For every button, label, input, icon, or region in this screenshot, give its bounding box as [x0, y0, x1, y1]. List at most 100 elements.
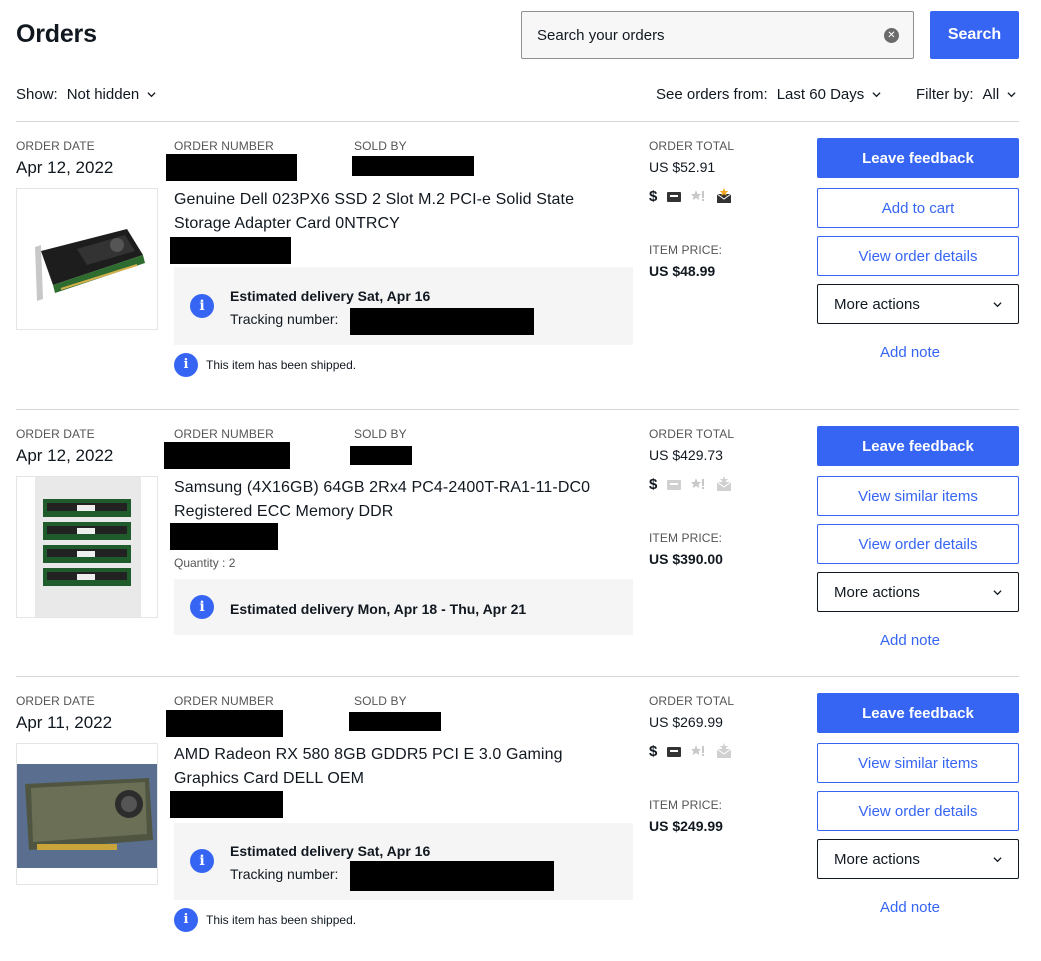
view-similar-items-button[interactable]: View similar items: [817, 476, 1019, 516]
order-date: Apr 11, 2022: [16, 713, 113, 732]
order-date-label: ORDER DATE: [16, 139, 95, 153]
item-price-label: ITEM PRICE:: [649, 243, 723, 257]
info-icon: i: [190, 595, 214, 619]
more-actions-dropdown[interactable]: More actions: [817, 839, 1019, 879]
orders-from-value: Last 60 Days: [776, 86, 865, 103]
delivery-estimate: Estimated delivery Sat, Apr 16: [230, 843, 431, 859]
order-total: US $52.91: [649, 159, 716, 175]
orders-from-label: See orders from:: [656, 86, 768, 103]
item-title[interactable]: AMD Radeon RX 580 8GB GDDR5 PCI E 3.0 Ga…: [174, 743, 624, 791]
filter-by-value: All: [982, 86, 1000, 103]
order-number-label: ORDER NUMBER: [174, 427, 274, 441]
item-quantity: Quantity : 2: [174, 556, 236, 570]
redacted-order-number: [166, 154, 297, 181]
delivery-estimate: Estimated delivery Mon, Apr 18 - Thu, Ap…: [230, 601, 527, 617]
order-total-label: ORDER TOTAL: [649, 139, 735, 153]
tracking-label: Tracking number:: [230, 866, 339, 882]
view-order-details-button[interactable]: View order details: [817, 236, 1019, 276]
paid-icon: $: [649, 187, 658, 205]
item-image[interactable]: [16, 743, 158, 885]
more-actions-label: More actions: [834, 850, 920, 868]
orders-from-filter[interactable]: See orders from: Last 60 Days: [656, 86, 881, 103]
order-date: Apr 12, 2022: [16, 158, 114, 177]
view-similar-items-button[interactable]: View similar items: [817, 743, 1019, 783]
feedback-left-icon: [691, 745, 705, 756]
redacted-item-id: [170, 237, 291, 264]
chevron-down-icon: [872, 92, 881, 98]
show-filter-label: Show:: [16, 86, 58, 103]
redacted-tracking: [350, 308, 534, 335]
delivery-estimate: Estimated delivery Sat, Apr 16: [230, 288, 431, 304]
add-note-link[interactable]: Add note: [809, 632, 1011, 649]
show-filter-value: Not hidden: [66, 86, 140, 103]
redacted-order-number: [164, 442, 290, 469]
leave-feedback-button[interactable]: Leave feedback: [817, 693, 1019, 733]
item-title[interactable]: Samsung (4X16GB) 64GB 2Rx4 PC4-2400T-RA1…: [174, 476, 624, 524]
filter-by[interactable]: Filter by: All: [916, 86, 1016, 103]
clear-search-icon[interactable]: ✕: [884, 27, 899, 43]
item-price: US $390.00: [649, 551, 723, 567]
order-total-label: ORDER TOTAL: [649, 427, 735, 441]
shipped-status: This item has been shipped.: [206, 913, 357, 927]
search-field[interactable]: ✕: [521, 11, 914, 59]
view-order-details-button[interactable]: View order details: [817, 791, 1019, 831]
leave-feedback-button[interactable]: Leave feedback: [817, 426, 1019, 466]
feedback-left-icon: [691, 478, 705, 489]
filter-by-label: Filter by:: [916, 86, 974, 103]
chevron-down-icon: [993, 301, 1002, 307]
add-to-cart-button[interactable]: Add to cart: [817, 188, 1019, 228]
shipped-box-icon: [667, 480, 682, 490]
paid-icon: $: [649, 742, 658, 760]
shipped-status: This item has been shipped.: [206, 358, 357, 372]
chevron-down-icon: [1007, 92, 1016, 98]
search-input[interactable]: [537, 26, 884, 44]
tracking-label: Tracking number:: [230, 311, 339, 327]
redacted-order-number: [166, 710, 283, 737]
redacted-item-id: [170, 791, 283, 818]
feedback-received-icon: [717, 188, 732, 203]
more-actions-label: More actions: [834, 583, 920, 601]
more-actions-label: More actions: [834, 295, 920, 313]
feedback-received-icon: [717, 743, 732, 758]
shipped-box-icon: [667, 747, 682, 757]
divider: [16, 121, 1019, 122]
redacted-tracking: [350, 861, 554, 891]
chevron-down-icon: [147, 92, 156, 98]
leave-feedback-button[interactable]: Leave feedback: [817, 138, 1019, 178]
redacted-item-id: [170, 523, 278, 550]
item-price-label: ITEM PRICE:: [649, 798, 723, 812]
item-image[interactable]: [16, 476, 158, 618]
info-icon: i: [174, 353, 198, 377]
show-filter[interactable]: Show: Not hidden: [16, 86, 156, 103]
order-number-label: ORDER NUMBER: [174, 694, 274, 708]
order-total-label: ORDER TOTAL: [649, 694, 735, 708]
view-order-details-button[interactable]: View order details: [817, 524, 1019, 564]
info-icon: i: [190, 849, 214, 873]
order-date: Apr 12, 2022: [16, 446, 114, 465]
redacted-seller: [352, 156, 474, 176]
shipped-box-icon: [667, 192, 682, 202]
delivery-panel: i Estimated delivery Mon, Apr 18 - Thu, …: [174, 579, 633, 635]
chevron-down-icon: [993, 589, 1002, 595]
status-icons: $: [649, 475, 732, 493]
redacted-seller: [350, 446, 412, 465]
add-note-link[interactable]: Add note: [809, 344, 1011, 361]
sold-by-label: SOLD BY: [354, 427, 407, 441]
more-actions-dropdown[interactable]: More actions: [817, 572, 1019, 612]
add-note-link[interactable]: Add note: [809, 899, 1011, 916]
item-title[interactable]: Genuine Dell 023PX6 SSD 2 Slot M.2 PCI-e…: [174, 188, 624, 236]
sold-by-label: SOLD BY: [354, 694, 407, 708]
more-actions-dropdown[interactable]: More actions: [817, 284, 1019, 324]
item-image[interactable]: [16, 188, 158, 330]
redacted-seller: [349, 712, 441, 731]
divider: [16, 676, 1019, 677]
delivery-panel: i Estimated delivery Sat, Apr 16 Trackin…: [174, 823, 633, 900]
order-date-label: ORDER DATE: [16, 694, 95, 708]
info-icon: i: [190, 294, 214, 318]
page-title: Orders: [16, 20, 97, 48]
order-number-label: ORDER NUMBER: [174, 139, 274, 153]
paid-icon: $: [649, 475, 658, 493]
search-button[interactable]: Search: [930, 11, 1019, 59]
status-icons: $: [649, 742, 732, 760]
delivery-panel: i Estimated delivery Sat, Apr 16 Trackin…: [174, 267, 633, 345]
